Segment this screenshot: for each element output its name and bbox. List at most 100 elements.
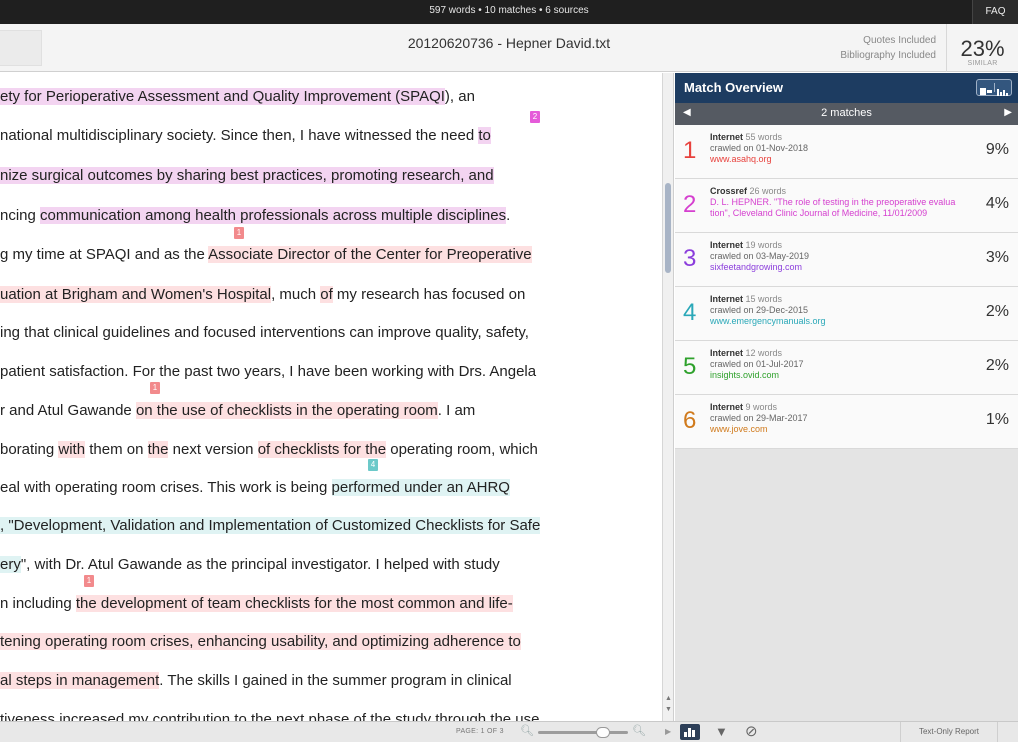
next-match-button[interactable]: ▶: [1004, 107, 1012, 118]
source-item[interactable]: 1 Internet 55 words crawled on 01-Nov-2018…: [675, 125, 1018, 179]
source-words: 26 words: [749, 186, 787, 196]
matched-text[interactable]: the development of team checklists for t…: [75, 595, 513, 612]
matched-text[interactable]: to: [478, 127, 491, 144]
source-type: Internet: [710, 402, 744, 412]
document-scrollbar[interactable]: ▲ ▼: [662, 73, 674, 721]
source-item[interactable]: 2 Crossref 26 words D. L. HEPNER. "The rol…: [675, 179, 1018, 233]
source-number: 2: [683, 191, 697, 218]
text-segment: ing that clinical guidelines and focused…: [0, 324, 529, 341]
match-marker[interactable]: 1: [150, 382, 160, 394]
document-line: national multidisciplinary society. Sinc…: [0, 126, 491, 146]
panel-expand-icon[interactable]: ▶: [665, 727, 671, 736]
source-number: 3: [683, 245, 697, 272]
match-overview-header: Match Overview: [675, 73, 1018, 103]
source-number: 4: [683, 299, 697, 326]
faq-button[interactable]: FAQ: [972, 0, 1018, 24]
scroll-down-arrow[interactable]: ▼: [665, 706, 672, 713]
matched-text[interactable]: the: [147, 441, 169, 458]
text-segment: n including: [0, 595, 76, 612]
list-view-icon[interactable]: [980, 83, 994, 95]
matched-text[interactable]: of: [320, 286, 333, 303]
source-percent: 1%: [985, 411, 1009, 428]
match-navigator: ◀ 2 matches ▶: [675, 103, 1018, 125]
view-toggle[interactable]: [976, 79, 1012, 96]
source-item[interactable]: 3 Internet 19 words crawled on 03-May-2019…: [675, 233, 1018, 287]
source-item[interactable]: 5 Internet 12 words crawled on 01-Jul-2017…: [675, 341, 1018, 395]
matched-text[interactable]: nize surgical outcomes by sharing best p…: [0, 167, 494, 184]
top-bar: 597 words • 10 matches • 6 sources FAQ: [0, 0, 1018, 24]
source-type: Internet: [710, 294, 744, 304]
bibliography-included-label[interactable]: Bibliography Included: [840, 48, 936, 63]
match-marker[interactable]: 1: [234, 227, 244, 239]
source-url[interactable]: insights.ovid.com: [710, 370, 966, 381]
matched-text[interactable]: , "Development, Validation and Implement…: [0, 517, 541, 534]
document-line: borating with them on the next version o…: [0, 440, 538, 460]
source-type: Internet: [710, 132, 744, 142]
zoom-out-icon[interactable]: 🔍︎: [520, 724, 534, 737]
matched-text[interactable]: of checklists for the: [257, 441, 387, 458]
quotes-included-label[interactable]: Quotes Included: [840, 33, 936, 48]
match-marker[interactable]: 1: [84, 575, 94, 587]
scrollbar-thumb[interactable]: [665, 183, 671, 273]
similarity-score[interactable]: 23% SIMILAR: [946, 24, 1018, 72]
filter-icon[interactable]: ▼: [715, 724, 728, 739]
text-segment: .: [506, 207, 511, 224]
zoom-slider[interactable]: [538, 727, 628, 738]
document-line: tiveness increased my contribution to th…: [0, 710, 540, 721]
zoom-slider-handle[interactable]: [596, 727, 610, 738]
report-filters[interactable]: Quotes Included Bibliography Included: [840, 33, 936, 63]
match-marker[interactable]: 2: [530, 111, 540, 123]
scroll-up-arrow[interactable]: ▲: [665, 695, 672, 702]
zoom-in-icon[interactable]: 🔍︎: [632, 724, 646, 737]
source-item[interactable]: 6 Internet 9 words crawled on 29-Mar-2017 w…: [675, 395, 1018, 449]
source-url[interactable]: www.jove.com: [710, 424, 966, 435]
match-count: 2 matches: [821, 107, 872, 119]
text-only-report-button[interactable]: Text-Only Report: [900, 722, 998, 742]
matched-text[interactable]: al steps in management: [0, 672, 160, 689]
bar-view-icon[interactable]: [994, 83, 1008, 96]
zoom-control[interactable]: 🔍︎ 🔍︎: [520, 724, 646, 739]
source-list: 1 Internet 55 words crawled on 01-Nov-2018…: [675, 125, 1018, 449]
exclude-icon[interactable]: ⊘: [745, 722, 758, 740]
text-segment: . I am: [437, 402, 476, 419]
matched-text[interactable]: on the use of checklists in the operatin…: [135, 402, 438, 419]
source-url[interactable]: www.emergencymanuals.org: [710, 316, 966, 327]
source-words: 55 words: [745, 132, 783, 142]
source-type: Internet: [710, 348, 744, 358]
match-overview-icon[interactable]: [680, 724, 700, 740]
source-percent: 4%: [985, 195, 1009, 212]
matched-text[interactable]: ety for Perioperative Assessment and Qua…: [0, 88, 445, 105]
source-details: Crossref 26 words D. L. HEPNER. "The role…: [710, 186, 966, 219]
status-bar: PAGE: 1 OF 3 🔍︎ 🔍︎ ▶ ▼ ⊘ Text-Only Repor…: [0, 721, 1018, 742]
match-overview-title: Match Overview: [684, 80, 783, 95]
page-indicator: PAGE: 1 OF 3: [456, 728, 504, 735]
source-url[interactable]: tion", Cleveland Clinic Journal of Medic…: [710, 208, 966, 219]
text-segment: g my time at SPAQI and as the: [0, 246, 209, 263]
source-words: 19 words: [745, 240, 783, 250]
text-segment: borating: [0, 441, 59, 458]
text-segment: , much: [271, 286, 321, 303]
source-words: 15 words: [745, 294, 783, 304]
source-type: Crossref: [710, 186, 748, 196]
document-viewer[interactable]: ety for Perioperative Assessment and Qua…: [0, 73, 662, 721]
matched-text[interactable]: with: [58, 441, 86, 458]
document-line: tening operating room crises, enhancing …: [0, 632, 521, 652]
source-url[interactable]: www.asahq.org: [710, 154, 966, 165]
source-info: crawled on 29-Dec-2015: [710, 305, 809, 315]
document-line: al steps in management. The skills I gai…: [0, 671, 512, 691]
matched-text[interactable]: uation at Brigham and Women's Hospital: [0, 286, 272, 303]
match-marker[interactable]: 4: [368, 459, 378, 471]
matched-text[interactable]: communication among health professionals…: [40, 207, 507, 224]
matched-text[interactable]: ery: [0, 556, 21, 573]
matched-text[interactable]: tening operating room crises, enhancing …: [0, 633, 521, 650]
source-item[interactable]: 4 Internet 15 words crawled on 29-Dec-2015…: [675, 287, 1018, 341]
document-line: ncing communication among health profess…: [0, 206, 510, 226]
text-segment: ), an: [444, 88, 475, 105]
match-overview-panel: Match Overview ◀ 2 matches ▶ 1 Internet 5…: [675, 73, 1018, 721]
source-details: Internet 12 words crawled on 01-Jul-2017 i…: [710, 348, 966, 381]
panel-toolbar: ▶ ▼ ⊘ Text-Only Report: [665, 722, 1018, 742]
matched-text[interactable]: Associate Director of the Center for Pre…: [208, 246, 532, 263]
matched-text[interactable]: performed under an AHRQ: [331, 479, 510, 496]
document-line: ety for Perioperative Assessment and Qua…: [0, 87, 475, 107]
source-url[interactable]: sixfeetandgrowing.com: [710, 262, 966, 273]
